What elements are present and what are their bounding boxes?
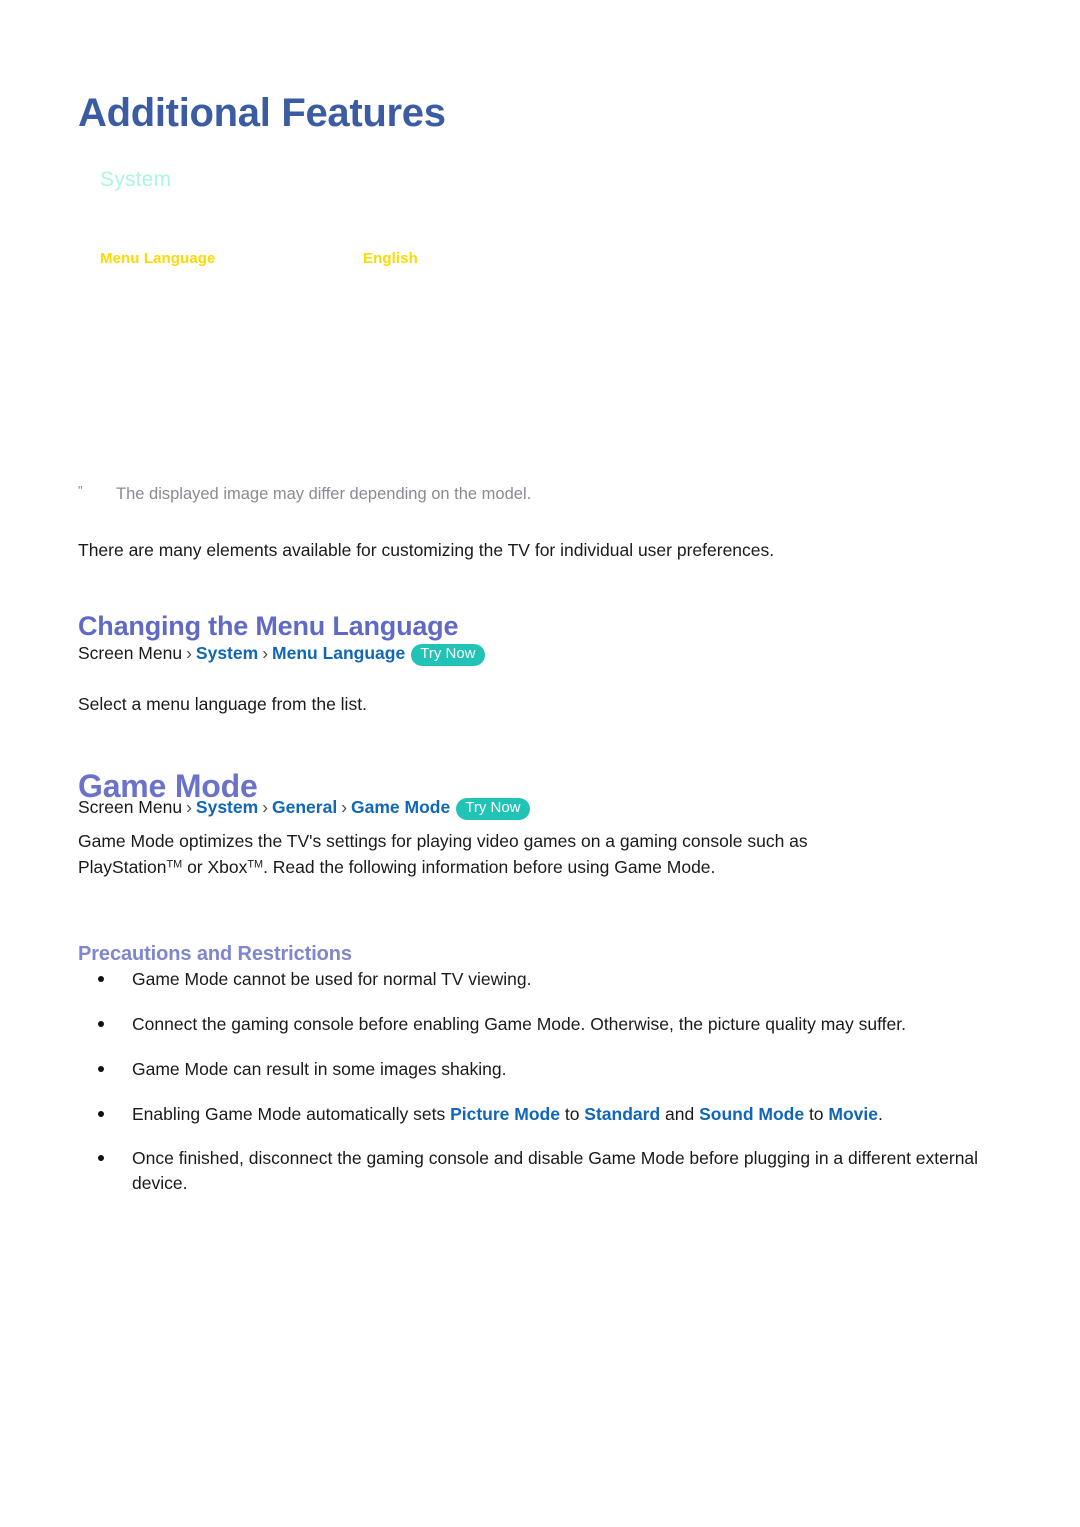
trademark-symbol: TM (247, 858, 264, 871)
bullet-images-shaking: Game Mode can result in some images shak… (92, 1057, 982, 1082)
tv-menu-row-label: Menu Language (100, 250, 216, 267)
breadcrumb-root: Screen Menu (78, 643, 183, 663)
note-quote-icon: " (78, 483, 83, 498)
manual-page: Additional Features System Menu Language… (0, 0, 1080, 1527)
bullet-text: to (804, 1103, 829, 1124)
intro-paragraph: There are many elements available for cu… (78, 539, 775, 560)
bullet-normal-tv: Game Mode cannot be used for normal TV v… (92, 967, 982, 992)
note-text: The displayed image may differ depending… (116, 485, 532, 503)
description-game-mode-line2: PlayStationTM or XboxTM. Read the follow… (78, 854, 978, 880)
try-now-badge[interactable]: Try Now (411, 644, 485, 666)
breadcrumb-link-system[interactable]: System (196, 643, 258, 663)
model-note: " The displayed image may differ dependin… (78, 483, 978, 506)
tv-menu-simulation: System Menu Language English (78, 150, 998, 460)
heading-changing-the-menu-language: Changing the Menu Language (78, 611, 459, 642)
chevron-right-icon: › (186, 797, 192, 817)
bullet-text: Connect the gaming console before enabli… (132, 1013, 906, 1034)
bullet-text: Once finished, disconnect the gaming con… (132, 1148, 979, 1194)
xbox-connector-text: or Xbox (182, 857, 248, 878)
bullet-dot-icon (98, 1065, 104, 1072)
tv-menu-title: System (100, 168, 172, 191)
bullet-auto-sets: Enabling Game Mode automatically sets Pi… (92, 1102, 982, 1127)
trademark-symbol: TM (166, 858, 183, 871)
highlighted-term[interactable]: Picture Mode (450, 1104, 560, 1124)
bullet-text: to (559, 1103, 585, 1124)
highlighted-term[interactable]: Standard (584, 1104, 660, 1124)
chevron-right-icon: › (262, 643, 269, 663)
bullet-text: and (660, 1103, 700, 1124)
bullet-text: . (878, 1103, 883, 1124)
bullet-text: Enabling Game Mode automatically sets (132, 1103, 451, 1124)
chevron-right-icon: › (262, 797, 269, 817)
heading-precautions-and-restrictions: Precautions and Restrictions (78, 943, 352, 965)
chevron-right-icon: › (341, 797, 348, 817)
bullet-dot-icon (98, 1110, 104, 1117)
breadcrumb-link-general[interactable]: General (272, 797, 337, 817)
breadcrumb-link-system[interactable]: System (196, 797, 258, 817)
precautions-bullet-list: Game Mode cannot be used for normal TV v… (92, 967, 982, 1196)
breadcrumb-menu-language: Screen Menu › System › Menu Language Try Now (78, 641, 485, 667)
highlighted-term[interactable]: Sound Mode (699, 1104, 804, 1124)
breadcrumb-root: Screen Menu (78, 797, 183, 817)
description-game-mode-line1: Game Mode optimizes the TV's settings fo… (78, 831, 808, 851)
description-game-mode: Game Mode optimizes the TV's settings fo… (78, 828, 978, 881)
tv-menu-row-value: English (363, 250, 418, 267)
playstation-label: PlayStation (78, 857, 167, 878)
bullet-dot-icon (98, 976, 104, 982)
breadcrumb-game-mode: Screen Menu › System › General › Game Mode Try … (78, 795, 530, 821)
bullet-dot-icon (98, 1020, 104, 1027)
page-title: Additional Features (78, 90, 446, 135)
chevron-right-icon: › (186, 643, 192, 663)
bullet-text: Game Mode can result in some images shak… (132, 1058, 507, 1079)
bullet-text: Game Mode cannot be used for normal TV v… (132, 969, 532, 989)
description-menu-language: Select a menu language from the list. (78, 693, 367, 714)
try-now-badge[interactable]: Try Now (456, 798, 530, 820)
description-game-mode-tail: . Read the following information before … (263, 857, 716, 878)
tv-menu-row[interactable]: Menu Language English (100, 250, 800, 274)
highlighted-term[interactable]: Movie (828, 1104, 878, 1124)
bullet-connect-console: Connect the gaming console before enabli… (92, 1012, 982, 1037)
bullet-once-finished: Once finished, disconnect the gaming con… (92, 1146, 982, 1196)
breadcrumb-link-game-mode[interactable]: Game Mode (351, 797, 450, 817)
bullet-dot-icon (98, 1155, 104, 1162)
breadcrumb-link-menu-language[interactable]: Menu Language (272, 643, 405, 663)
